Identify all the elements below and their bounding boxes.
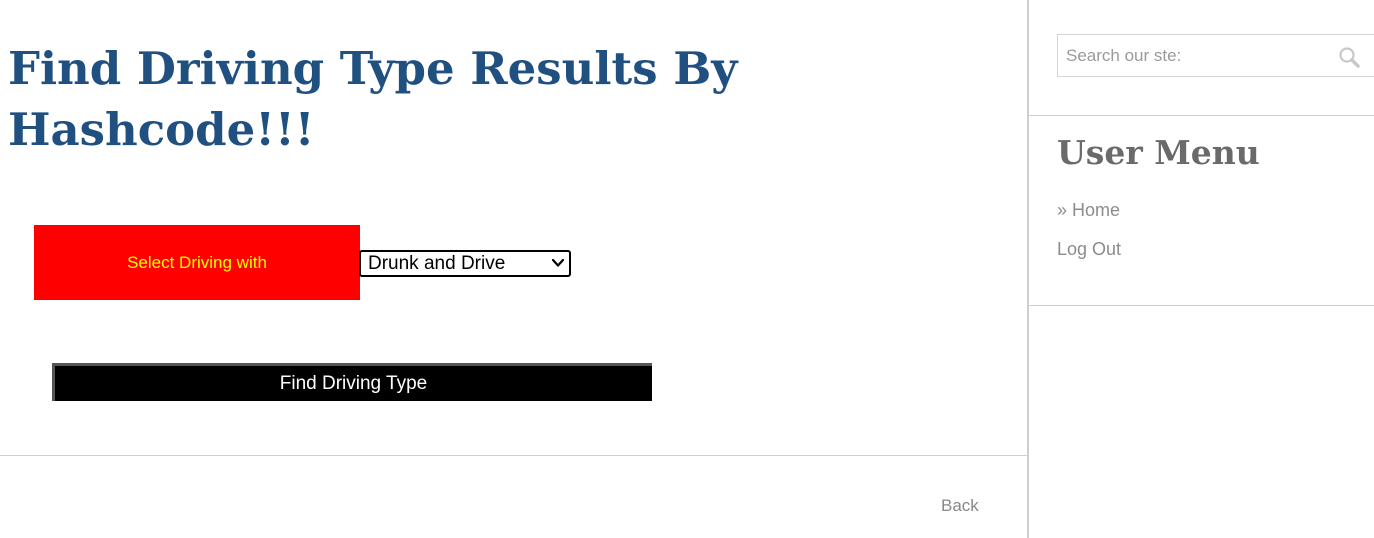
search-input[interactable] <box>1058 35 1328 76</box>
footer-divider <box>0 455 1027 456</box>
chevron-down-icon <box>551 258 565 267</box>
driving-type-selected-value: Drunk and Drive <box>368 253 506 274</box>
sidebar-divider-bottom <box>1029 305 1374 306</box>
sidebar: User Menu » Home Log Out <box>1029 0 1374 538</box>
select-driving-label: Select Driving with <box>34 225 360 300</box>
user-menu-title: User Menu <box>1057 133 1260 172</box>
page: Find Driving Type Results By Hashcode!!!… <box>0 0 1374 538</box>
find-driving-type-button[interactable]: Find Driving Type <box>52 363 652 401</box>
menu-item-home[interactable]: » Home <box>1057 200 1120 221</box>
back-link[interactable]: Back <box>941 496 979 516</box>
main-content: Find Driving Type Results By Hashcode!!!… <box>0 0 1027 538</box>
sidebar-divider-top <box>1029 115 1374 116</box>
page-title: Find Driving Type Results By Hashcode!!! <box>8 42 738 156</box>
search-box <box>1057 34 1374 77</box>
search-icon[interactable] <box>1338 46 1360 68</box>
menu-item-logout[interactable]: Log Out <box>1057 239 1121 260</box>
driving-type-select[interactable]: Drunk and Drive <box>359 250 571 277</box>
